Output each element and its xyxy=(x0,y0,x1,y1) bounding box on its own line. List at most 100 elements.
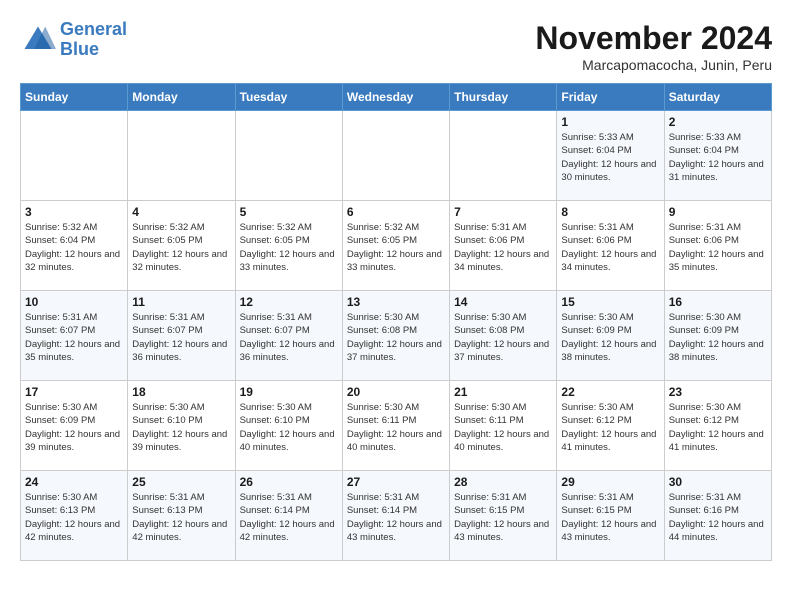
column-header-sunday: Sunday xyxy=(21,84,128,111)
calendar-cell: 3 Sunrise: 5:32 AM Sunset: 6:04 PM Daylig… xyxy=(21,201,128,291)
calendar-cell: 28 Sunrise: 5:31 AM Sunset: 6:15 PM Dayli… xyxy=(450,471,557,561)
day-info: Sunrise: 5:32 AM Sunset: 6:05 PM Dayligh… xyxy=(240,221,338,274)
calendar-week-5: 24 Sunrise: 5:30 AM Sunset: 6:13 PM Dayli… xyxy=(21,471,772,561)
calendar-cell: 2 Sunrise: 5:33 AM Sunset: 6:04 PM Daylig… xyxy=(664,111,771,201)
calendar-cell: 17 Sunrise: 5:30 AM Sunset: 6:09 PM Dayli… xyxy=(21,381,128,471)
column-header-tuesday: Tuesday xyxy=(235,84,342,111)
calendar-cell xyxy=(342,111,449,201)
day-number: 22 xyxy=(561,385,659,399)
column-header-monday: Monday xyxy=(128,84,235,111)
calendar-cell: 16 Sunrise: 5:30 AM Sunset: 6:09 PM Dayli… xyxy=(664,291,771,381)
day-number: 2 xyxy=(669,115,767,129)
calendar-cell: 8 Sunrise: 5:31 AM Sunset: 6:06 PM Daylig… xyxy=(557,201,664,291)
day-info: Sunrise: 5:30 AM Sunset: 6:12 PM Dayligh… xyxy=(669,401,767,454)
calendar-cell: 11 Sunrise: 5:31 AM Sunset: 6:07 PM Dayli… xyxy=(128,291,235,381)
calendar-cell: 5Sunrise: 5:32 AM Sunset: 6:05 PM Daylig… xyxy=(235,201,342,291)
location-subtitle: Marcapomacocha, Junin, Peru xyxy=(535,57,772,73)
day-number: 19 xyxy=(240,385,338,399)
logo-icon xyxy=(20,22,56,58)
day-info: Sunrise: 5:30 AM Sunset: 6:09 PM Dayligh… xyxy=(25,401,123,454)
day-number: 30 xyxy=(669,475,767,489)
day-info: Sunrise: 5:30 AM Sunset: 6:09 PM Dayligh… xyxy=(669,311,767,364)
calendar-cell: 24 Sunrise: 5:30 AM Sunset: 6:13 PM Dayli… xyxy=(21,471,128,561)
calendar-week-4: 17 Sunrise: 5:30 AM Sunset: 6:09 PM Dayli… xyxy=(21,381,772,471)
day-info: Sunrise: 5:31 AM Sunset: 6:07 PM Dayligh… xyxy=(25,311,123,364)
day-number: 11 xyxy=(132,295,230,309)
calendar-cell: 12 Sunrise: 5:31 AM Sunset: 6:07 PM Dayli… xyxy=(235,291,342,381)
day-info: Sunrise: 5:31 AM Sunset: 6:13 PM Dayligh… xyxy=(132,491,230,544)
day-number: 27 xyxy=(347,475,445,489)
day-number: 20 xyxy=(347,385,445,399)
calendar-cell: 6 Sunrise: 5:32 AM Sunset: 6:05 PM Daylig… xyxy=(342,201,449,291)
calendar-cell: 1Sunrise: 5:33 AM Sunset: 6:04 PM Daylig… xyxy=(557,111,664,201)
column-header-thursday: Thursday xyxy=(450,84,557,111)
day-number: 10 xyxy=(25,295,123,309)
logo-line1: General xyxy=(60,19,127,39)
day-info: Sunrise: 5:31 AM Sunset: 6:06 PM Dayligh… xyxy=(454,221,552,274)
logo-text: General Blue xyxy=(60,20,127,60)
calendar-cell: 19 Sunrise: 5:30 AM Sunset: 6:10 PM Dayli… xyxy=(235,381,342,471)
calendar-cell: 7 Sunrise: 5:31 AM Sunset: 6:06 PM Daylig… xyxy=(450,201,557,291)
day-number: 29 xyxy=(561,475,659,489)
day-number: 12 xyxy=(240,295,338,309)
day-info: Sunrise: 5:32 AM Sunset: 6:05 PM Dayligh… xyxy=(132,221,230,274)
logo-line2: Blue xyxy=(60,39,99,59)
day-info: Sunrise: 5:33 AM Sunset: 6:04 PM Dayligh… xyxy=(669,131,767,184)
day-info: Sunrise: 5:31 AM Sunset: 6:07 PM Dayligh… xyxy=(240,311,338,364)
day-number: 6 xyxy=(347,205,445,219)
day-number: 16 xyxy=(669,295,767,309)
day-info: Sunrise: 5:33 AM Sunset: 6:04 PM Dayligh… xyxy=(561,131,659,184)
calendar-cell: 10 Sunrise: 5:31 AM Sunset: 6:07 PM Dayli… xyxy=(21,291,128,381)
title-block: November 2024 Marcapomacocha, Junin, Per… xyxy=(535,20,772,73)
day-number: 3 xyxy=(25,205,123,219)
day-number: 4 xyxy=(132,205,230,219)
calendar-cell xyxy=(128,111,235,201)
day-info: Sunrise: 5:30 AM Sunset: 6:09 PM Dayligh… xyxy=(561,311,659,364)
day-info: Sunrise: 5:31 AM Sunset: 6:15 PM Dayligh… xyxy=(454,491,552,544)
day-number: 13 xyxy=(347,295,445,309)
month-title: November 2024 xyxy=(535,20,772,57)
column-header-saturday: Saturday xyxy=(664,84,771,111)
calendar-cell: 14Sunrise: 5:30 AM Sunset: 6:08 PM Dayli… xyxy=(450,291,557,381)
calendar-header-row: SundayMondayTuesdayWednesdayThursdayFrid… xyxy=(21,84,772,111)
calendar-cell xyxy=(21,111,128,201)
day-info: Sunrise: 5:30 AM Sunset: 6:10 PM Dayligh… xyxy=(240,401,338,454)
calendar-cell: 23Sunrise: 5:30 AM Sunset: 6:12 PM Dayli… xyxy=(664,381,771,471)
day-info: Sunrise: 5:31 AM Sunset: 6:14 PM Dayligh… xyxy=(347,491,445,544)
day-number: 7 xyxy=(454,205,552,219)
day-info: Sunrise: 5:30 AM Sunset: 6:12 PM Dayligh… xyxy=(561,401,659,454)
day-info: Sunrise: 5:30 AM Sunset: 6:08 PM Dayligh… xyxy=(347,311,445,364)
day-info: Sunrise: 5:30 AM Sunset: 6:13 PM Dayligh… xyxy=(25,491,123,544)
day-info: Sunrise: 5:31 AM Sunset: 6:06 PM Dayligh… xyxy=(669,221,767,274)
logo: General Blue xyxy=(20,20,127,60)
column-header-friday: Friday xyxy=(557,84,664,111)
calendar-cell: 9 Sunrise: 5:31 AM Sunset: 6:06 PM Daylig… xyxy=(664,201,771,291)
day-info: Sunrise: 5:30 AM Sunset: 6:11 PM Dayligh… xyxy=(454,401,552,454)
day-number: 14 xyxy=(454,295,552,309)
column-header-wednesday: Wednesday xyxy=(342,84,449,111)
calendar-cell: 21Sunrise: 5:30 AM Sunset: 6:11 PM Dayli… xyxy=(450,381,557,471)
day-number: 9 xyxy=(669,205,767,219)
day-info: Sunrise: 5:31 AM Sunset: 6:14 PM Dayligh… xyxy=(240,491,338,544)
calendar-cell xyxy=(235,111,342,201)
day-number: 15 xyxy=(561,295,659,309)
calendar-table: SundayMondayTuesdayWednesdayThursdayFrid… xyxy=(20,83,772,561)
calendar-cell: 15 Sunrise: 5:30 AM Sunset: 6:09 PM Dayli… xyxy=(557,291,664,381)
day-info: Sunrise: 5:32 AM Sunset: 6:05 PM Dayligh… xyxy=(347,221,445,274)
calendar-week-1: 1Sunrise: 5:33 AM Sunset: 6:04 PM Daylig… xyxy=(21,111,772,201)
day-info: Sunrise: 5:30 AM Sunset: 6:10 PM Dayligh… xyxy=(132,401,230,454)
day-info: Sunrise: 5:30 AM Sunset: 6:11 PM Dayligh… xyxy=(347,401,445,454)
day-info: Sunrise: 5:32 AM Sunset: 6:04 PM Dayligh… xyxy=(25,221,123,274)
day-info: Sunrise: 5:31 AM Sunset: 6:07 PM Dayligh… xyxy=(132,311,230,364)
day-info: Sunrise: 5:31 AM Sunset: 6:15 PM Dayligh… xyxy=(561,491,659,544)
calendar-cell xyxy=(450,111,557,201)
calendar-cell: 13 Sunrise: 5:30 AM Sunset: 6:08 PM Dayli… xyxy=(342,291,449,381)
day-info: Sunrise: 5:31 AM Sunset: 6:06 PM Dayligh… xyxy=(561,221,659,274)
day-number: 24 xyxy=(25,475,123,489)
calendar-cell: 25Sunrise: 5:31 AM Sunset: 6:13 PM Dayli… xyxy=(128,471,235,561)
day-number: 8 xyxy=(561,205,659,219)
day-number: 28 xyxy=(454,475,552,489)
calendar-week-2: 3 Sunrise: 5:32 AM Sunset: 6:04 PM Daylig… xyxy=(21,201,772,291)
calendar-cell: 22 Sunrise: 5:30 AM Sunset: 6:12 PM Dayli… xyxy=(557,381,664,471)
day-number: 17 xyxy=(25,385,123,399)
